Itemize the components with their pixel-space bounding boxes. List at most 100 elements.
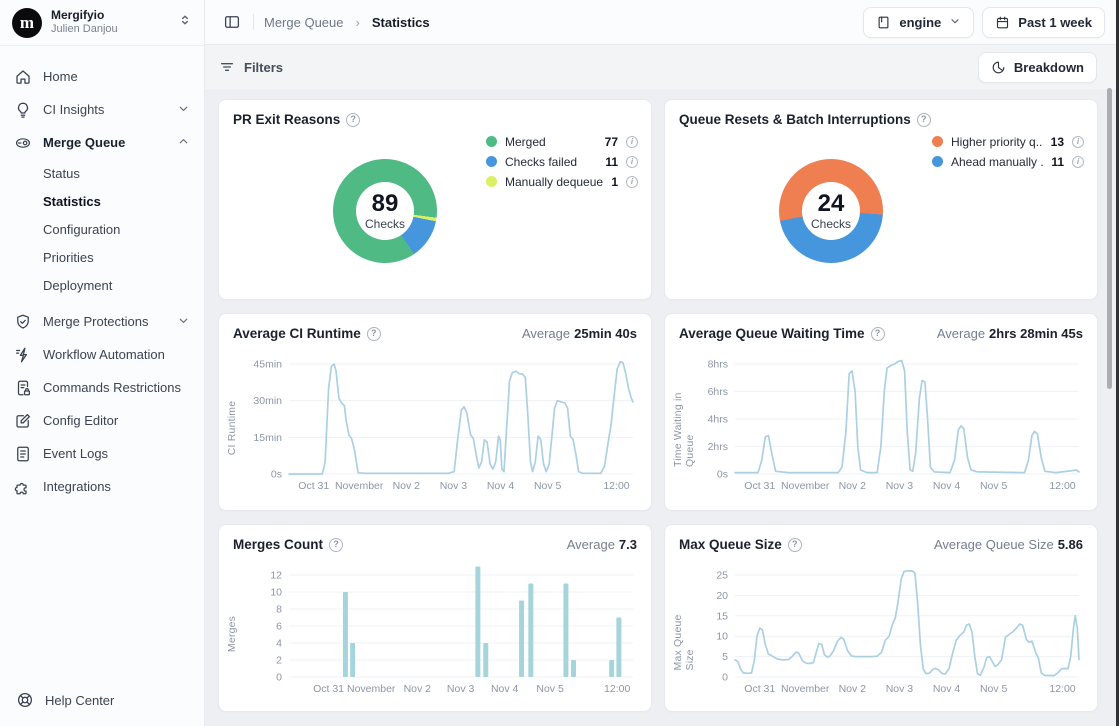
svg-text:30min: 30min: [253, 395, 282, 407]
sidebar-item-label: Config Editor: [43, 413, 118, 428]
info-icon[interactable]: i: [1072, 156, 1084, 168]
sidebar-item-integrations[interactable]: Integrations: [0, 470, 204, 503]
sidebar-nav: Home CI Insights Merge Queue: [0, 46, 204, 674]
org-name: Mergifyio: [51, 8, 169, 23]
lightbulb-icon: [14, 101, 32, 119]
sidebar-item-home[interactable]: Home: [0, 60, 204, 93]
sidebar-item-merge-queue[interactable]: Merge Queue: [0, 126, 204, 159]
shield-check-icon: [14, 313, 32, 331]
sidebar-item-ci-insights[interactable]: CI Insights: [0, 93, 204, 126]
sidebar-item-workflow-automation[interactable]: Workflow Automation: [0, 338, 204, 371]
svg-text:12:00: 12:00: [1049, 683, 1075, 695]
help-icon[interactable]: ?: [329, 538, 343, 552]
filters-label: Filters: [244, 60, 283, 75]
sidebar-item-commands-restrictions[interactable]: Commands Restrictions: [0, 371, 204, 404]
date-range-button[interactable]: Past 1 week: [982, 7, 1105, 38]
info-icon[interactable]: i: [1072, 136, 1084, 148]
sidebar-item-label: Merge Protections: [43, 314, 149, 329]
svg-text:Nov 3: Nov 3: [440, 480, 468, 492]
help-icon[interactable]: ?: [367, 327, 381, 341]
card-title: PR Exit Reasons: [233, 112, 340, 127]
sidebar-item-statistics[interactable]: Statistics: [0, 187, 204, 215]
svg-text:Oct 31: Oct 31: [744, 480, 775, 492]
vertical-scrollbar[interactable]: [1107, 88, 1112, 389]
svg-text:November: November: [781, 480, 830, 492]
date-range-value: Past 1 week: [1018, 15, 1092, 30]
pie-chart-icon: [991, 60, 1006, 75]
home-icon: [14, 68, 32, 86]
svg-text:10: 10: [716, 631, 728, 643]
info-icon[interactable]: i: [626, 136, 638, 148]
svg-text:0s: 0s: [271, 469, 282, 481]
legend-label: Higher priority q...: [951, 135, 1043, 149]
donut-total: 89: [372, 191, 399, 216]
account-switcher[interactable]: m Mergifyio Julien Danjou: [0, 0, 204, 46]
breadcrumb-parent[interactable]: Merge Queue: [264, 15, 344, 30]
info-icon[interactable]: i: [626, 156, 638, 168]
help-icon[interactable]: ?: [346, 113, 360, 127]
sidebar-item-configuration[interactable]: Configuration: [0, 215, 204, 243]
filter-icon: [219, 59, 235, 75]
document-lock-icon: [14, 379, 32, 397]
y-axis-label: CI Runtime: [226, 401, 238, 456]
svg-text:0s: 0s: [717, 469, 728, 481]
legend-label: Checks failed: [505, 155, 597, 169]
lifebuoy-icon: [16, 691, 34, 709]
queue-resets-donut: 24 Checks: [779, 159, 883, 263]
average-ci-runtime-card: Average CI Runtime ? Average25min 40s CI…: [218, 313, 652, 511]
average-stat: Average25min 40s: [522, 326, 637, 341]
repo-selector-button[interactable]: engine: [863, 7, 974, 38]
svg-text:Nov 2: Nov 2: [839, 480, 867, 492]
help-center-button[interactable]: Help Center: [0, 674, 204, 726]
svg-text:Nov 2: Nov 2: [393, 480, 421, 492]
sidebar-item-config-editor[interactable]: Config Editor: [0, 404, 204, 437]
svg-text:8: 8: [276, 604, 282, 616]
svg-text:Nov 5: Nov 5: [536, 683, 564, 695]
help-icon[interactable]: ?: [788, 538, 802, 552]
svg-text:6: 6: [276, 621, 282, 633]
sidebar-toggle-button[interactable]: [221, 11, 243, 33]
sidebar-item-event-logs[interactable]: Event Logs: [0, 437, 204, 470]
legend-value: 11: [605, 155, 618, 169]
legend-item: Manually dequeued 1 i: [486, 175, 638, 188]
help-icon[interactable]: ?: [871, 327, 885, 341]
svg-text:0: 0: [276, 672, 282, 684]
donut-caption: Checks: [365, 217, 405, 231]
user-name: Julien Danjou: [51, 23, 169, 37]
sidebar-item-status[interactable]: Status: [0, 159, 204, 187]
filters-button[interactable]: Filters: [219, 59, 283, 75]
sidebar-item-label: Home: [43, 69, 78, 84]
legend-item: Checks failed 11 i: [486, 155, 638, 168]
max-queue-size-card: Max Queue Size ? Average Queue Size5.86 …: [664, 524, 1098, 712]
svg-text:2: 2: [276, 655, 282, 667]
donut-caption: Checks: [811, 217, 851, 231]
svg-text:Oct 31: Oct 31: [744, 683, 775, 695]
svg-text:Nov 4: Nov 4: [933, 480, 961, 492]
svg-text:Nov 5: Nov 5: [980, 683, 1008, 695]
svg-text:Nov 4: Nov 4: [487, 480, 515, 492]
legend-label: Merged: [505, 135, 597, 149]
svg-text:Nov 2: Nov 2: [839, 683, 867, 695]
legend-dot: [932, 156, 943, 167]
app-window: m Mergifyio Julien Danjou Home CI Insigh: [0, 0, 1119, 726]
help-icon[interactable]: ?: [917, 113, 931, 127]
svg-text:Oct 31: Oct 31: [313, 683, 344, 695]
svg-text:November: November: [347, 683, 396, 695]
sidebar-item-deployment[interactable]: Deployment: [0, 271, 204, 299]
svg-text:Nov 5: Nov 5: [980, 480, 1008, 492]
legend-label: Ahead manually ...: [951, 155, 1043, 169]
legend-label: Manually dequeued: [505, 175, 603, 189]
svg-text:Nov 4: Nov 4: [491, 683, 519, 695]
sidebar-item-merge-protections[interactable]: Merge Protections: [0, 305, 204, 338]
svg-text:November: November: [335, 480, 384, 492]
legend-item: Ahead manually ... 11 i: [932, 155, 1084, 168]
pr-exit-reasons-donut: 89 Checks: [333, 159, 437, 263]
legend-dot: [486, 176, 497, 187]
sidebar-item-priorities[interactable]: Priorities: [0, 243, 204, 271]
average-stat: Average2hrs 28min 45s: [937, 326, 1083, 341]
average-stat: Average7.3: [567, 537, 637, 552]
legend-value: 77: [605, 135, 618, 149]
legend-value: 11: [1051, 155, 1064, 169]
info-icon[interactable]: i: [626, 176, 638, 188]
breakdown-button[interactable]: Breakdown: [978, 52, 1097, 83]
